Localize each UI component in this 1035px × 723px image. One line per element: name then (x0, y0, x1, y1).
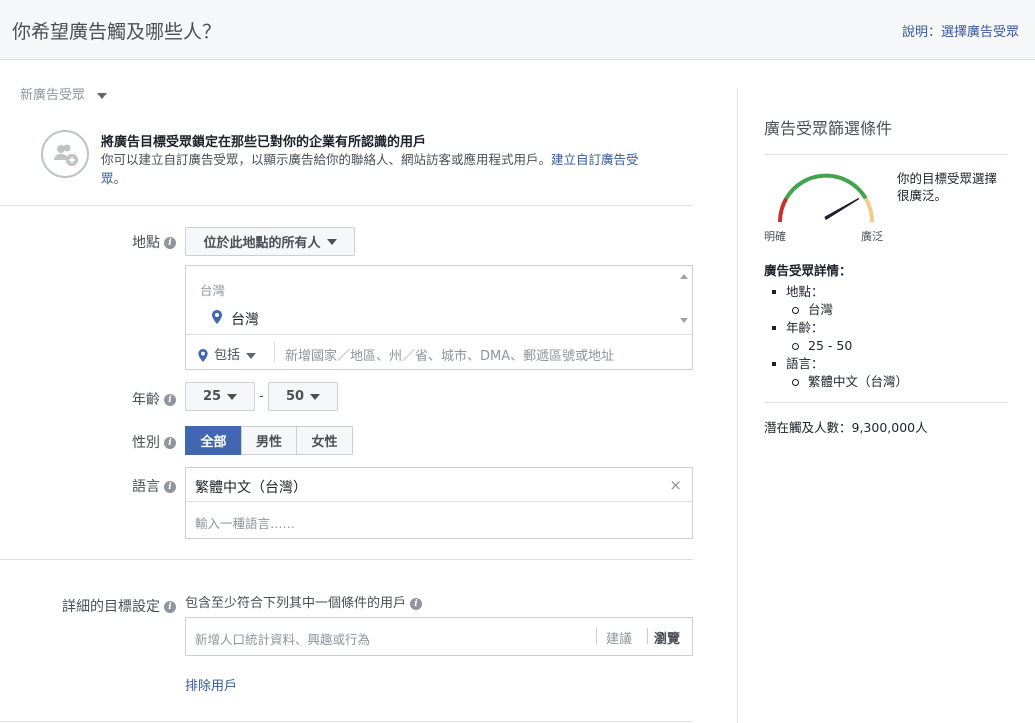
chevron-down-icon (326, 238, 337, 245)
chevron-down-icon (97, 92, 108, 99)
chevron-down-icon (227, 393, 238, 400)
map-pin-icon (212, 310, 222, 324)
gauge-message: 你的目標受眾選擇很廣泛。 (897, 171, 998, 203)
audience-size-gauge (777, 173, 875, 223)
selected-location[interactable]: 台灣 (231, 309, 259, 329)
info-icon[interactable]: i (164, 437, 176, 449)
separator (596, 628, 597, 644)
detailed-targeting-input[interactable]: 新增人口統計資料、興趣或行為 (195, 629, 370, 648)
custom-audience-title: 將廣告目標受眾鎖定在那些已對你的企業有所認識的用戶 (101, 135, 427, 150)
location-group-label: 台灣 (200, 283, 226, 298)
sidebar-divider (764, 154, 1008, 155)
potential-reach: 潛在觸及人數：9,300,000人 (764, 420, 928, 435)
page-title: 你希望廣告觸及哪些人？ (12, 21, 222, 43)
age-max-dropdown[interactable]: 50 (268, 382, 338, 411)
detailed-targeting-label: 詳細的目標設定 (62, 599, 160, 615)
age-range-dash: - (259, 389, 264, 404)
section-divider (0, 559, 693, 560)
age-label-row: 年齡 i (70, 389, 176, 409)
info-icon[interactable]: i (164, 237, 176, 249)
separator (647, 628, 648, 644)
language-label: 語言 (132, 479, 160, 495)
age-label: 年齡 (132, 392, 160, 408)
location-box-divider (186, 334, 692, 335)
age-min-dropdown[interactable]: 25 (185, 382, 255, 411)
language-label-row: 語言 i (70, 476, 176, 496)
info-icon[interactable]: i (164, 481, 176, 493)
gender-label-row: 性別 i (70, 432, 176, 452)
selected-language: 繁體中文（台灣） (195, 480, 307, 496)
separator (274, 342, 275, 362)
add-people-icon (41, 130, 89, 178)
location-scrollbar[interactable] (676, 267, 691, 329)
location-label-row: 地點 i (70, 232, 176, 252)
info-icon[interactable]: i (164, 394, 176, 406)
page-header: 你希望廣告觸及哪些人？ 說明：選擇廣告受眾 (0, 0, 1035, 60)
browse-button[interactable]: 瀏覽 (654, 628, 680, 647)
language-box: 繁體中文（台灣） × 輸入一種語言…… (185, 467, 693, 539)
detail-value-age: 25 - 50 (772, 337, 908, 355)
detail-value-location: 台灣 (772, 301, 908, 319)
audience-selector[interactable]: 新廣告受眾 (20, 84, 108, 103)
language-input[interactable]: 輸入一種語言…… (195, 513, 295, 532)
audience-selector-label: 新廣告受眾 (20, 88, 86, 103)
gauge-needle (824, 197, 860, 221)
age-max-value: 50 (285, 389, 305, 404)
location-search-input[interactable]: 新增國家／地區、州／省、城市、DMA、郵遞區號或地址 (285, 345, 614, 364)
gender-female-button[interactable]: 女性 (296, 426, 353, 455)
chevron-down-icon (310, 393, 321, 400)
audience-details-list: 地點： 台灣 年齡： 25 - 50 語言： 繁體中文（台灣） (772, 283, 908, 391)
audience-details-title: 廣告受眾詳情： (764, 263, 852, 278)
detailed-targeting-label-row: 詳細的目標設定 i (20, 596, 176, 616)
gender-all-button[interactable]: 全部 (185, 426, 242, 455)
detailed-targeting-box: 新增人口統計資料、興趣或行為 建議 瀏覽 (185, 617, 693, 656)
detail-key-location: 地點： (772, 283, 908, 301)
chevron-down-icon (246, 352, 257, 359)
panel-divider (737, 88, 738, 723)
exclude-people-link[interactable]: 排除用戶 (185, 675, 237, 694)
gender-selector: 全部 男性 女性 (185, 426, 353, 455)
scroll-down-icon[interactable] (680, 318, 688, 323)
language-box-divider (186, 501, 692, 502)
location-type-dropdown[interactable]: 位於此地點的所有人 (185, 227, 355, 256)
location-label: 地點 (132, 235, 160, 251)
gauge-specific-label: 明確 (764, 230, 786, 243)
detailed-targeting-subtitle: 包含至少符合下列其中一個條件的用戶 (185, 596, 407, 611)
map-pin-icon (198, 349, 208, 362)
custom-audience-text: 你可以建立自訂廣告受眾，以顯示廣告給你的聯絡人、網站訪客或應用程式用戶。 (101, 152, 552, 167)
include-dropdown[interactable]: 包括 (198, 344, 257, 363)
info-icon[interactable]: i (164, 601, 176, 613)
gauge-broad-label: 廣泛 (861, 230, 883, 243)
detail-key-language: 語言： (772, 355, 908, 373)
section-divider (0, 205, 693, 206)
help-link[interactable]: 說明：選擇廣告受眾 (902, 21, 1019, 40)
location-type-label: 位於此地點的所有人 (203, 236, 321, 251)
detail-key-age: 年齡： (772, 319, 908, 337)
section-divider (0, 721, 693, 722)
detailed-targeting-subtitle-row: 包含至少符合下列其中一個條件的用戶 i (185, 592, 423, 611)
location-box: 台灣 台灣 包括 新增國家／地區、州／省、城市、DMA、郵遞區號或地址 (185, 265, 693, 370)
gender-male-button[interactable]: 男性 (241, 426, 297, 455)
custom-audience-period: 。 (113, 171, 127, 186)
suggestions-button[interactable]: 建議 (606, 628, 632, 647)
custom-audience-description: 你可以建立自訂廣告受眾，以顯示廣告給你的聯絡人、網站訪客或應用程式用戶。建立自訂… (101, 150, 661, 188)
detail-value-language: 繁體中文（台灣） (772, 373, 908, 391)
audience-definition-title: 廣告受眾篩選條件 (764, 119, 893, 138)
close-icon[interactable]: × (669, 476, 682, 494)
include-label: 包括 (214, 348, 241, 363)
gender-label: 性別 (132, 435, 160, 451)
sidebar-divider (764, 402, 1008, 403)
info-icon[interactable]: i (410, 597, 423, 610)
age-min-value: 25 (202, 389, 222, 404)
scroll-up-icon[interactable] (680, 274, 688, 279)
